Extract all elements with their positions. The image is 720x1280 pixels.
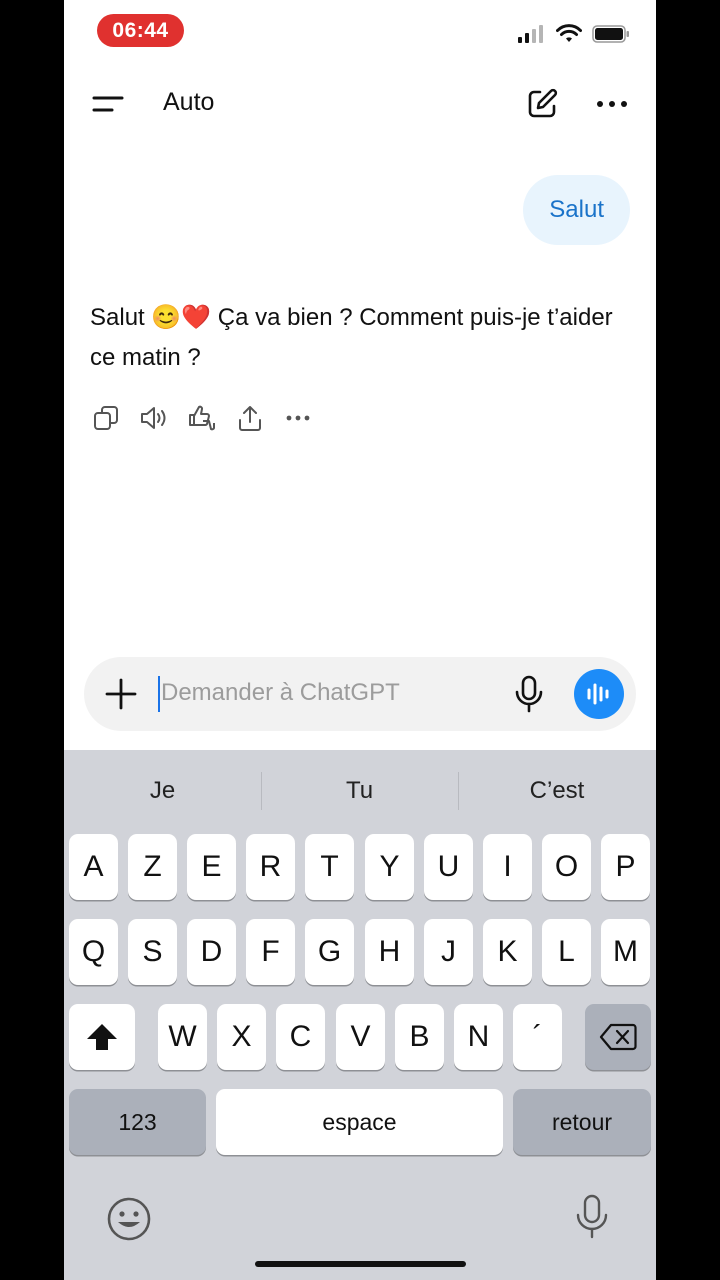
- share-button[interactable]: [234, 402, 265, 433]
- text-caret: [158, 676, 160, 712]
- emoji-icon[interactable]: [106, 1196, 152, 1242]
- key-u[interactable]: U: [424, 834, 473, 900]
- key-w[interactable]: W: [158, 1004, 207, 1070]
- shift-arrow-icon: [87, 1024, 117, 1050]
- key-i[interactable]: I: [483, 834, 532, 900]
- wifi-icon: [556, 24, 582, 42]
- key-t[interactable]: T: [305, 834, 354, 900]
- voice-mode-button[interactable]: [574, 669, 624, 719]
- read-aloud-button[interactable]: [138, 402, 169, 433]
- assistant-message: Salut 😊❤️ Ça va bien ? Comment puis-je t…: [90, 304, 613, 371]
- backspace-icon: [599, 1023, 637, 1051]
- shift-key[interactable]: [69, 1004, 135, 1070]
- message-actions: [90, 402, 313, 433]
- key-z[interactable]: Z: [128, 834, 177, 900]
- waveform-icon: [587, 683, 609, 705]
- key-g[interactable]: G: [305, 919, 354, 985]
- key-e[interactable]: E: [187, 834, 236, 900]
- status-icons: [518, 24, 630, 44]
- suggestion-2[interactable]: Tu: [261, 766, 458, 816]
- key-f[interactable]: F: [246, 919, 295, 985]
- home-indicator: [255, 1261, 466, 1267]
- thumbs-icon: [188, 405, 215, 430]
- key-m[interactable]: M: [601, 919, 650, 985]
- keyboard: Je Tu C’est A Z E R T Y U I O P Q S D F …: [64, 750, 656, 1280]
- delete-key[interactable]: [585, 1004, 651, 1070]
- new-chat-icon[interactable]: [526, 88, 558, 120]
- key-o[interactable]: O: [542, 834, 591, 900]
- return-key[interactable]: retour: [513, 1089, 651, 1155]
- chat-screen: 06:44 Auto Salut Salut 😊❤️ Ça va bien ? …: [64, 0, 656, 1280]
- key-h[interactable]: H: [365, 919, 414, 985]
- key-l[interactable]: L: [542, 919, 591, 985]
- feedback-button[interactable]: [186, 402, 217, 433]
- share-icon: [238, 405, 261, 431]
- message-input[interactable]: Demander à ChatGPT: [161, 679, 400, 707]
- key-y[interactable]: Y: [365, 834, 414, 900]
- model-title[interactable]: Auto: [163, 88, 214, 117]
- suggestion-1[interactable]: Je: [64, 766, 261, 816]
- copy-button[interactable]: [90, 402, 121, 433]
- key-v[interactable]: V: [336, 1004, 385, 1070]
- key-x[interactable]: X: [217, 1004, 266, 1070]
- key-c[interactable]: C: [276, 1004, 325, 1070]
- speaker-icon: [140, 406, 165, 429]
- more-icon: [286, 415, 309, 420]
- key-q[interactable]: Q: [69, 919, 118, 985]
- key-b[interactable]: B: [395, 1004, 444, 1070]
- key-n[interactable]: N: [454, 1004, 503, 1070]
- key-r[interactable]: R: [246, 834, 295, 900]
- dictation-mic-icon[interactable]: [574, 1194, 610, 1240]
- key-d[interactable]: D: [187, 919, 236, 985]
- battery-icon: [592, 25, 629, 43]
- signal-icon: [518, 25, 543, 43]
- key-k[interactable]: K: [483, 919, 532, 985]
- numbers-key[interactable]: 123: [69, 1089, 206, 1155]
- more-options-icon[interactable]: [596, 94, 628, 114]
- plus-icon[interactable]: [104, 677, 138, 711]
- status-time: 06:44: [97, 14, 184, 47]
- composer-bar: Demander à ChatGPT: [84, 657, 636, 731]
- menu-icon[interactable]: [92, 90, 124, 120]
- copy-icon: [93, 405, 118, 430]
- user-message-bubble: Salut: [523, 175, 630, 245]
- key-acute-accent[interactable]: ´: [513, 1004, 562, 1070]
- space-key[interactable]: espace: [216, 1089, 503, 1155]
- key-s[interactable]: S: [128, 919, 177, 985]
- more-actions-button[interactable]: [282, 402, 313, 433]
- key-j[interactable]: J: [424, 919, 473, 985]
- suggestion-3[interactable]: C’est: [458, 766, 656, 816]
- key-p[interactable]: P: [601, 834, 650, 900]
- microphone-icon[interactable]: [512, 675, 546, 713]
- key-a[interactable]: A: [69, 834, 118, 900]
